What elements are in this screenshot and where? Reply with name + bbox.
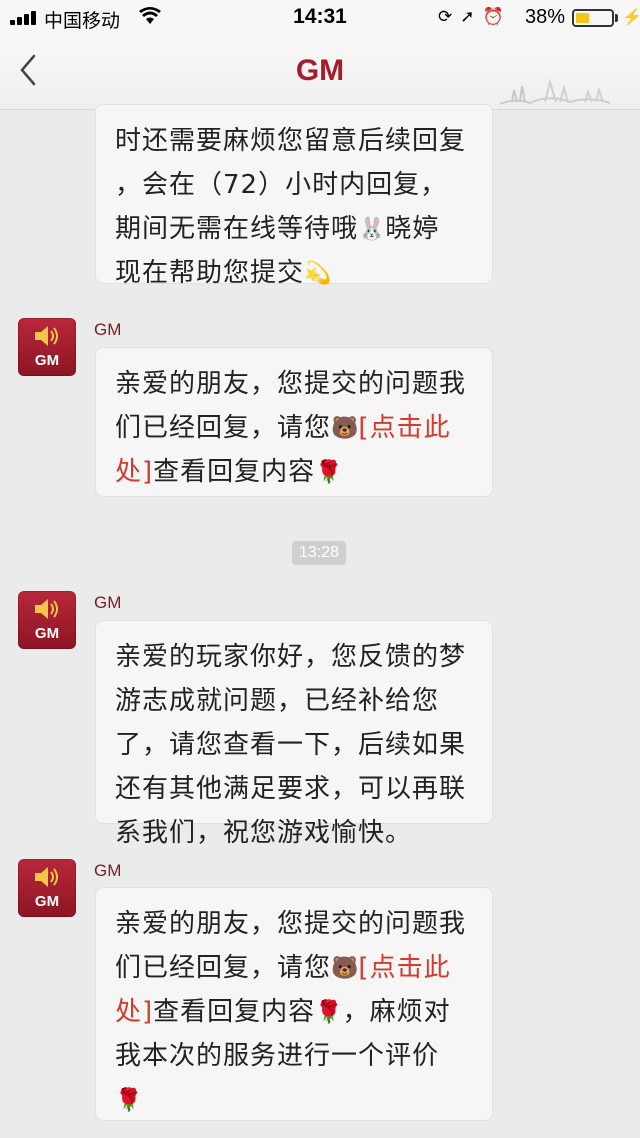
message-line: ，会在（72）小时内回复， (115, 170, 448, 200)
bunny-emoji-icon: 🐰 (358, 216, 386, 242)
sender-name: GM (94, 320, 122, 339)
message-bubble: 时还需要麻烦您留意后续回复 ，会在（72）小时内回复， 期间无需在线等待哦🐰晓婷… (95, 104, 493, 288)
battery-percent: 38% (525, 6, 566, 28)
bear-emoji-icon: 🐻 (331, 955, 359, 981)
speaker-icon (35, 326, 58, 346)
gm-avatar[interactable]: GM (18, 591, 76, 649)
speaker-icon (35, 599, 58, 619)
sender-name: GM (94, 861, 122, 880)
message-bubble: 亲爱的玩家你好，您反馈的梦游志成就问题，已经补给您了，请您查看一下，后续如果还有… (95, 620, 493, 848)
message-line: 时还需要麻烦您留意后续回复 (115, 126, 467, 156)
timestamp: 13:28 (292, 541, 346, 565)
sparkle-emoji-icon: 💫 (304, 260, 332, 286)
nav-bar: GM (0, 36, 640, 110)
bear-emoji-icon: 🐻 (331, 415, 359, 441)
message-bubble: 亲爱的朋友，您提交的问题我们已经回复，请您🐻[点击此处]查看回复内容🌹 (95, 347, 493, 497)
charging-icon: ⚡ (622, 9, 640, 26)
gm-avatar[interactable]: GM (18, 859, 76, 917)
alarm-icon: ⏰ (482, 7, 512, 26)
status-bar: 中国移动 14:31 ⟳➚⏰ 38% ⚡ (0, 0, 640, 36)
rose-emoji-icon: 🌹 (315, 999, 343, 1025)
message-line: 期间无需在线等待哦🐰晓婷 (115, 214, 440, 244)
gm-avatar[interactable]: GM (18, 318, 76, 376)
battery-fill (576, 13, 589, 23)
message-bubble: 亲爱的朋友，您提交的问题我们已经回复，请您🐻[点击此处]查看回复内容🌹，麻烦对我… (95, 887, 493, 1121)
message-line: 现在帮助您提交💫 (115, 258, 332, 288)
ink-landscape-decoration (499, 76, 611, 106)
sender-name: GM (94, 593, 122, 612)
location-icon: ➚ (460, 7, 483, 26)
speaker-icon (35, 867, 58, 887)
rose-emoji-icon: 🌹 (115, 1087, 143, 1113)
battery-tip (615, 14, 618, 22)
battery-icon (572, 9, 614, 27)
rose-emoji-icon: 🌹 (315, 459, 343, 485)
lock-rotation-icon: ⟳ (438, 7, 461, 26)
status-icons: ⟳➚⏰ (438, 7, 512, 27)
